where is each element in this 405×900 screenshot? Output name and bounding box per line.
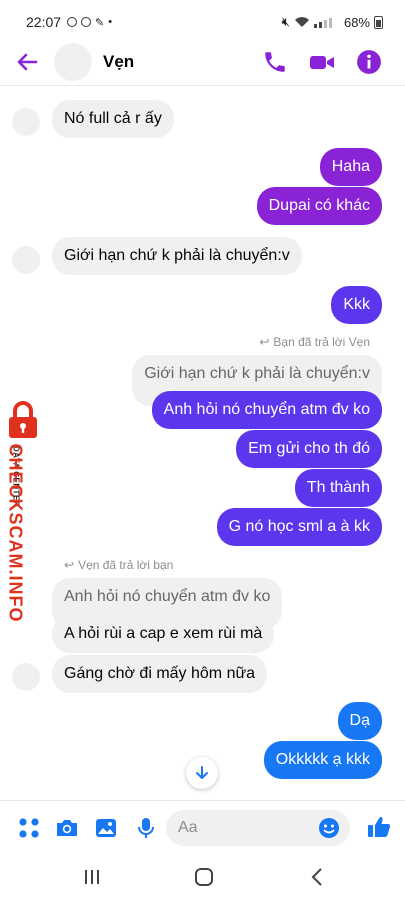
contact-avatar[interactable] xyxy=(54,43,92,81)
reply-note-text: Bạn đã trả lời Vẹn xyxy=(273,335,370,349)
reply-arrow-icon: ↩ xyxy=(259,335,270,349)
watermark: DATA CENTER CHECKSCAM.INFO xyxy=(0,398,44,623)
scroll-to-bottom-button[interactable] xyxy=(186,757,218,789)
message-input[interactable]: Aa xyxy=(166,810,350,846)
dnd-icon xyxy=(81,17,92,27)
outgoing-message[interactable]: Em gửi cho th đó xyxy=(236,430,382,468)
arrow-down-icon xyxy=(196,766,208,779)
outgoing-message[interactable]: Haha xyxy=(319,148,382,186)
outgoing-message[interactable]: Dạ xyxy=(337,702,382,740)
incoming-message[interactable]: Gáng chờ đi mấy hôm nữa xyxy=(52,655,268,693)
messenger-notification-icon xyxy=(67,17,78,27)
microphone-icon[interactable] xyxy=(133,815,159,841)
system-navigation-bar xyxy=(0,854,405,900)
message-input-placeholder: Aa xyxy=(178,819,198,836)
outgoing-message[interactable]: Okkkkk ạ kkk xyxy=(263,741,382,779)
incoming-message[interactable]: Nó full cả r ấy xyxy=(52,100,174,138)
contact-mini-avatar xyxy=(12,108,40,136)
home-icon[interactable] xyxy=(192,866,216,888)
contact-name[interactable]: Vẹn xyxy=(103,52,134,72)
reply-note: ↩ Vẹn đã trả lời bạn xyxy=(64,558,173,572)
reply-arrow-icon: ↩ xyxy=(64,558,75,572)
reply-note: ↩ Bạn đã trả lời Vẹn xyxy=(259,335,370,349)
outgoing-message[interactable]: Anh hỏi nó chuyển atm đv ko xyxy=(151,391,382,429)
camera-icon[interactable] xyxy=(54,815,80,841)
wifi-icon xyxy=(294,17,309,27)
lock-icon xyxy=(9,401,37,438)
incoming-message[interactable]: Giới hạn chứ k phải là chuyển:v xyxy=(52,237,302,275)
outgoing-message[interactable]: Dupai có khác xyxy=(256,187,382,225)
gallery-icon[interactable] xyxy=(93,815,119,841)
back-arrow-icon[interactable] xyxy=(14,48,42,76)
emoji-icon[interactable] xyxy=(318,817,340,839)
mute-icon: 🔇︎ xyxy=(281,14,290,29)
dot-icon: • xyxy=(108,16,113,28)
status-time: 22:07 xyxy=(26,14,62,30)
message-composer: Aa xyxy=(0,800,405,854)
watermark-brand: CHECKSCAM.INFO xyxy=(5,443,26,623)
signal-icon xyxy=(313,18,332,28)
phone-call-icon[interactable] xyxy=(262,49,288,75)
chat-header: Vẹn xyxy=(0,40,405,86)
thumbs-up-icon[interactable] xyxy=(366,814,392,840)
system-back-icon[interactable] xyxy=(306,866,330,888)
apps-grid-icon[interactable] xyxy=(16,815,42,841)
contact-mini-avatar xyxy=(12,246,40,274)
tool-icon: ✎ xyxy=(95,16,105,29)
incoming-message[interactable]: A hỏi rùi a cap e xem rùi mà xyxy=(52,615,275,653)
video-call-icon[interactable] xyxy=(309,49,335,75)
outgoing-message[interactable]: Kkk xyxy=(331,286,382,324)
status-notification-icons: ✎ • xyxy=(67,16,112,29)
battery-icon xyxy=(374,16,383,29)
status-bar: 22:07 ✎ • 🔇︎ 68% xyxy=(0,0,405,44)
info-icon[interactable] xyxy=(356,49,382,75)
contact-mini-avatar xyxy=(12,663,40,691)
outgoing-message[interactable]: G nó học sml a à kk xyxy=(216,508,382,546)
outgoing-message[interactable]: Th thành xyxy=(294,469,382,507)
reply-note-text: Vẹn đã trả lời bạn xyxy=(78,558,174,572)
recent-apps-icon[interactable] xyxy=(80,866,104,888)
battery-level: 68% xyxy=(343,14,370,30)
